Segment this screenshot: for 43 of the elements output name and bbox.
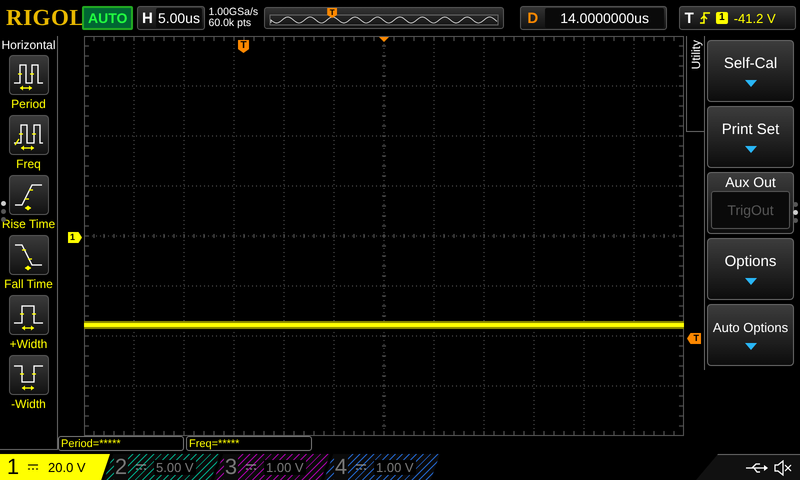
delay-panel[interactable]: D 14.0000000us bbox=[520, 6, 668, 30]
channel-tab[interactable]: 4 1.00 V bbox=[324, 454, 440, 480]
option-field: TrigOut bbox=[711, 191, 790, 229]
menu-button[interactable]: Options bbox=[707, 238, 794, 300]
memory-depth: 60.0k pts bbox=[208, 18, 252, 29]
menu-tab[interactable]: Utility bbox=[686, 36, 704, 132]
channel-tab[interactable]: 1 20.0 V bbox=[0, 454, 110, 480]
panel-label: D bbox=[526, 10, 540, 26]
menu-title: Horizontal bbox=[1, 38, 56, 52]
menu-button[interactable]: Auto Options bbox=[707, 304, 794, 366]
channel-tab[interactable]: 2 5.00 V bbox=[104, 454, 220, 480]
trigger-level-marker: T bbox=[687, 333, 701, 344]
trigger-position-marker: T bbox=[238, 40, 249, 53]
trigger-source: 1 bbox=[716, 12, 728, 24]
timebase-panel[interactable]: H 5.00us bbox=[137, 6, 204, 30]
usb-icon bbox=[746, 462, 768, 472]
page-indicator-icon bbox=[793, 202, 798, 223]
triangle-icon bbox=[744, 80, 756, 87]
sample-rate: 1.00GSa/s bbox=[208, 7, 260, 18]
channel-marker: 1 bbox=[68, 232, 82, 243]
dc-coupling-icon bbox=[356, 464, 366, 470]
delay-value: 14.0000000us bbox=[544, 8, 664, 28]
dc-coupling-icon bbox=[246, 464, 256, 470]
trigger-position-marker: T bbox=[327, 8, 338, 18]
triangle-icon bbox=[744, 146, 756, 153]
timebase-value: 5.00us bbox=[156, 8, 202, 28]
menu-button[interactable]: Print Set bbox=[707, 106, 794, 168]
run-status-button[interactable]: AUTO bbox=[82, 6, 134, 30]
panel-label: H bbox=[141, 10, 154, 26]
dc-coupling-icon bbox=[28, 464, 38, 470]
measurement-readout: Period=***** bbox=[58, 436, 184, 451]
measurement-readout: Freq=***** bbox=[186, 436, 312, 451]
channel-tab[interactable]: 3 1.00 V bbox=[214, 454, 330, 480]
triangle-icon bbox=[744, 343, 756, 350]
trigger-level: -41.2 V bbox=[734, 10, 776, 26]
trigger-panel[interactable]: T 1 -41.2 V bbox=[679, 6, 796, 30]
panel-label: T bbox=[684, 10, 695, 26]
menu-button[interactable]: Self-Cal bbox=[707, 40, 794, 102]
mute-icon bbox=[774, 460, 792, 476]
triangle-icon bbox=[744, 278, 756, 285]
dc-coupling-icon bbox=[136, 464, 146, 470]
rising-edge-icon bbox=[700, 11, 710, 25]
option-label: Aux Out bbox=[725, 174, 776, 190]
